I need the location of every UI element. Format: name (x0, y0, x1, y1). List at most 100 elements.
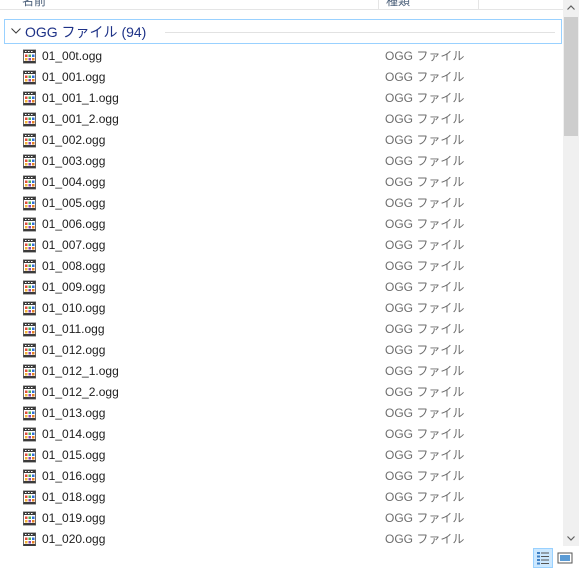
media-file-icon (23, 427, 36, 442)
file-row[interactable]: 01_001.ogg OGG ファイル (0, 67, 563, 88)
file-row[interactable]: 01_012.ogg OGG ファイル (0, 340, 563, 361)
file-row[interactable]: 01_020.ogg OGG ファイル (0, 529, 563, 546)
file-row[interactable]: 01_008.ogg OGG ファイル (0, 256, 563, 277)
file-name: 01_008.ogg (42, 259, 106, 273)
media-file-icon (23, 49, 36, 64)
media-file-icon (23, 406, 36, 421)
file-name: 01_00t.ogg (42, 49, 103, 63)
group-divider-line (165, 32, 555, 33)
scrollbar-thumb[interactable] (564, 17, 578, 136)
file-name: 01_002.ogg (42, 133, 106, 147)
file-type: OGG ファイル (385, 427, 465, 441)
file-type: OGG ファイル (385, 196, 465, 210)
file-name: 01_004.ogg (42, 175, 106, 189)
media-file-icon (23, 175, 36, 190)
file-type: OGG ファイル (385, 154, 465, 168)
large-icons-view-button[interactable] (555, 548, 575, 568)
details-view-button[interactable] (533, 548, 553, 568)
large-icons-view-icon (557, 552, 573, 564)
file-row[interactable]: 01_012_2.ogg OGG ファイル (0, 382, 563, 403)
media-file-icon (23, 511, 36, 526)
scroll-down-arrow-icon[interactable] (563, 530, 579, 546)
group-title: OGG ファイル (94) (25, 24, 147, 40)
status-bar (0, 546, 579, 569)
file-name: 01_009.ogg (42, 280, 106, 294)
media-file-icon (23, 385, 36, 400)
file-name: 01_016.ogg (42, 469, 106, 483)
file-type: OGG ファイル (385, 259, 465, 273)
media-file-icon (23, 91, 36, 106)
file-row[interactable]: 01_00t.ogg OGG ファイル (0, 46, 563, 67)
file-name: 01_007.ogg (42, 238, 106, 252)
file-type: OGG ファイル (385, 469, 465, 483)
file-list: 01_00t.ogg OGG ファイル 01_001.ogg OGG ファイル 01_0… (0, 46, 563, 546)
file-type: OGG ファイル (385, 175, 465, 189)
scroll-up-arrow-icon[interactable] (563, 0, 579, 16)
file-row[interactable]: 01_004.ogg OGG ファイル (0, 172, 563, 193)
file-type: OGG ファイル (385, 490, 465, 504)
file-row[interactable]: 01_014.ogg OGG ファイル (0, 424, 563, 445)
file-type: OGG ファイル (385, 511, 465, 525)
file-name: 01_010.ogg (42, 301, 106, 315)
media-file-icon (23, 133, 36, 148)
column-header-name[interactable]: 名前 (22, 0, 46, 10)
file-name: 01_012_1.ogg (42, 364, 119, 378)
file-name: 01_019.ogg (42, 511, 106, 525)
column-divider[interactable] (478, 0, 479, 10)
file-name: 01_011.ogg (42, 322, 105, 336)
file-row[interactable]: 01_002.ogg OGG ファイル (0, 130, 563, 151)
media-file-icon (23, 112, 36, 127)
file-type: OGG ファイル (385, 280, 465, 294)
file-type: OGG ファイル (385, 343, 465, 357)
column-header: 名前 種類 (0, 0, 563, 10)
file-row[interactable]: 01_001_2.ogg OGG ファイル (0, 109, 563, 130)
media-file-icon (23, 259, 36, 274)
file-row[interactable]: 01_019.ogg OGG ファイル (0, 508, 563, 529)
media-file-icon (23, 364, 36, 379)
file-name: 01_014.ogg (42, 427, 106, 441)
vertical-scrollbar[interactable] (563, 0, 579, 546)
file-row[interactable]: 01_011.ogg OGG ファイル (0, 319, 563, 340)
file-row[interactable]: 01_016.ogg OGG ファイル (0, 466, 563, 487)
file-row[interactable]: 01_007.ogg OGG ファイル (0, 235, 563, 256)
file-row[interactable]: 01_010.ogg OGG ファイル (0, 298, 563, 319)
media-file-icon (23, 322, 36, 337)
file-name: 01_003.ogg (42, 154, 106, 168)
file-row[interactable]: 01_003.ogg OGG ファイル (0, 151, 563, 172)
media-file-icon (23, 343, 36, 358)
file-row[interactable]: 01_006.ogg OGG ファイル (0, 214, 563, 235)
file-type: OGG ファイル (385, 532, 465, 546)
file-row[interactable]: 01_009.ogg OGG ファイル (0, 277, 563, 298)
file-name: 01_005.ogg (42, 196, 106, 210)
file-name: 01_018.ogg (42, 490, 106, 504)
file-name: 01_020.ogg (42, 532, 106, 546)
media-file-icon (23, 238, 36, 253)
media-file-icon (23, 301, 36, 316)
file-type: OGG ファイル (385, 112, 465, 126)
file-type: OGG ファイル (385, 238, 465, 252)
media-file-icon (23, 154, 36, 169)
file-row[interactable]: 01_013.ogg OGG ファイル (0, 403, 563, 424)
details-view-icon (537, 552, 549, 565)
file-row[interactable]: 01_005.ogg OGG ファイル (0, 193, 563, 214)
media-file-icon (23, 196, 36, 211)
file-name: 01_012.ogg (42, 343, 106, 357)
file-type: OGG ファイル (385, 301, 465, 315)
column-divider[interactable] (378, 0, 379, 10)
file-row[interactable]: 01_001_1.ogg OGG ファイル (0, 88, 563, 109)
file-row[interactable]: 01_018.ogg OGG ファイル (0, 487, 563, 508)
file-type: OGG ファイル (385, 133, 465, 147)
media-file-icon (23, 490, 36, 505)
file-type: OGG ファイル (385, 217, 465, 231)
file-row[interactable]: 01_012_1.ogg OGG ファイル (0, 361, 563, 382)
group-header[interactable]: OGG ファイル (94) (4, 19, 562, 44)
file-type: OGG ファイル (385, 406, 465, 420)
column-header-type[interactable]: 種類 (386, 0, 410, 10)
media-file-icon (23, 469, 36, 484)
file-type: OGG ファイル (385, 364, 465, 378)
file-row[interactable]: 01_015.ogg OGG ファイル (0, 445, 563, 466)
media-file-icon (23, 217, 36, 232)
file-type: OGG ファイル (385, 91, 465, 105)
file-type: OGG ファイル (385, 70, 465, 84)
chevron-down-icon[interactable] (10, 25, 22, 37)
